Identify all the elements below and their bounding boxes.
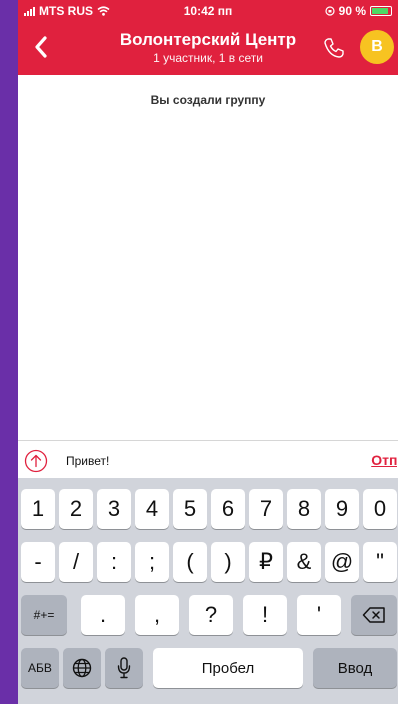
key-comma[interactable]: , xyxy=(135,595,179,635)
microphone-icon xyxy=(117,657,131,679)
key-slash[interactable]: / xyxy=(59,542,93,582)
chat-title-block[interactable]: Волонтерский Центр 1 участник, 1 в сети xyxy=(88,30,328,66)
back-button[interactable] xyxy=(28,32,54,62)
rotation-lock-icon xyxy=(325,6,335,16)
battery-percent: 90 % xyxy=(338,4,366,18)
key-ruble[interactable]: ₽ xyxy=(249,542,283,582)
backspace-key[interactable] xyxy=(351,595,397,635)
key-ampersand[interactable]: & xyxy=(287,542,321,582)
chevron-left-icon xyxy=(35,36,47,58)
phone-icon xyxy=(324,38,344,58)
key-apostrophe[interactable]: ' xyxy=(297,595,341,635)
chat-area: Вы создали группу xyxy=(18,75,398,440)
globe-icon xyxy=(72,658,92,678)
keyboard: 1 2 3 4 5 6 7 8 9 0 - / : ; ( ) ₽ & @ " … xyxy=(18,478,398,704)
key-8[interactable]: 8 xyxy=(287,489,321,529)
app-header: MTS RUS 10:42 пп 90 % Волонтерский Центр… xyxy=(18,0,398,75)
message-input[interactable] xyxy=(66,451,326,471)
space-key[interactable]: Пробел xyxy=(153,648,303,688)
key-quote[interactable]: " xyxy=(363,542,397,582)
status-bar: MTS RUS 10:42 пп 90 % xyxy=(18,0,398,22)
key-question[interactable]: ? xyxy=(189,595,233,635)
message-composer: Отпр xyxy=(18,440,398,478)
call-button[interactable] xyxy=(320,34,348,62)
key-semicolon[interactable]: ; xyxy=(135,542,169,582)
key-exclamation[interactable]: ! xyxy=(243,595,287,635)
key-3[interactable]: 3 xyxy=(97,489,131,529)
backspace-icon xyxy=(362,607,385,623)
key-more-symbols[interactable]: #+= xyxy=(21,595,67,635)
key-7[interactable]: 7 xyxy=(249,489,283,529)
key-alphabet[interactable]: АБВ xyxy=(21,648,59,688)
key-hyphen[interactable]: - xyxy=(21,542,55,582)
key-0[interactable]: 0 xyxy=(363,489,397,529)
status-right: 90 % xyxy=(325,4,392,18)
key-paren-open[interactable]: ( xyxy=(173,542,207,582)
key-5[interactable]: 5 xyxy=(173,489,207,529)
key-9[interactable]: 9 xyxy=(325,489,359,529)
key-colon[interactable]: : xyxy=(97,542,131,582)
globe-key[interactable] xyxy=(63,648,101,688)
chat-title: Волонтерский Центр xyxy=(119,30,297,49)
key-2[interactable]: 2 xyxy=(59,489,93,529)
arrow-up-circle-icon xyxy=(24,449,48,473)
phone-screen: MTS RUS 10:42 пп 90 % Волонтерский Центр… xyxy=(18,0,398,704)
key-6[interactable]: 6 xyxy=(211,489,245,529)
battery-icon xyxy=(370,6,392,16)
key-at[interactable]: @ xyxy=(325,542,359,582)
chat-subtitle: 1 участник, 1 в сети xyxy=(153,51,263,65)
attach-button[interactable] xyxy=(24,449,48,473)
system-message: Вы создали группу xyxy=(150,93,266,107)
enter-key[interactable]: Ввод xyxy=(313,648,397,688)
send-button[interactable]: Отпр xyxy=(371,452,398,468)
key-period[interactable]: . xyxy=(81,595,125,635)
key-1[interactable]: 1 xyxy=(21,489,55,529)
microphone-key[interactable] xyxy=(105,648,143,688)
avatar[interactable]: В xyxy=(360,30,394,64)
key-4[interactable]: 4 xyxy=(135,489,169,529)
avatar-letter: В xyxy=(371,38,383,55)
key-paren-close[interactable]: ) xyxy=(211,542,245,582)
